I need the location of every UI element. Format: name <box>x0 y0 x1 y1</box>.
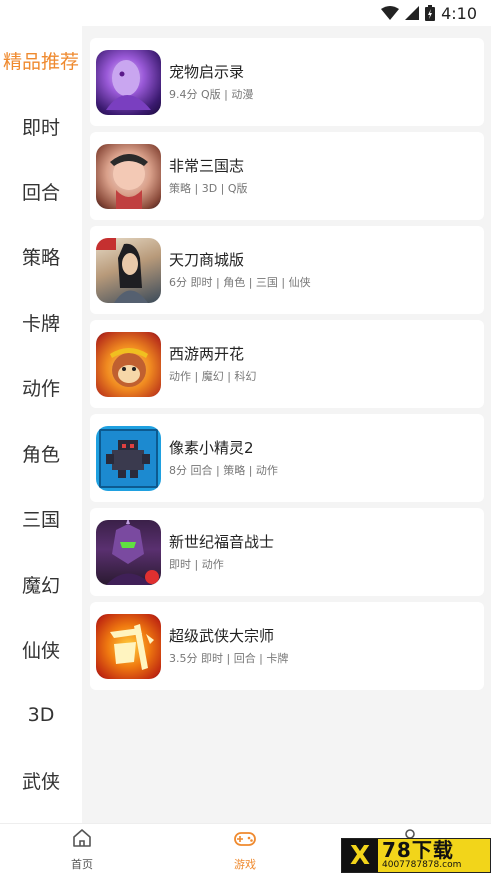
watermark-title: 78下载 <box>382 838 454 862</box>
signal-icon <box>405 6 420 20</box>
game-card[interactable]: 超级武侠大宗师 3.5分 即时 | 回合 | 卡牌 <box>90 602 484 690</box>
game-title: 西游两开花 <box>169 345 245 363</box>
three-kingdoms-icon <box>96 143 161 209</box>
pet-game-icon <box>96 49 161 115</box>
category-item-wuxia[interactable]: 武侠 <box>0 760 82 800</box>
home-icon <box>72 828 92 852</box>
status-bar: 4:10 <box>0 0 491 26</box>
category-item-featured[interactable]: 精品推荐 <box>0 40 82 80</box>
game-tags: 策略 | 3D | Q版 <box>169 182 248 195</box>
monkey-king-icon <box>96 331 161 397</box>
watermark-url: 4007787878.com <box>382 860 462 870</box>
game-card[interactable]: 新世纪福音战士 即时 | 动作 <box>90 508 484 596</box>
martial-arts-icon <box>96 613 161 679</box>
game-tags: 6分 即时 | 角色 | 三国 | 仙侠 <box>169 276 311 289</box>
game-card[interactable]: 天刀商城版 6分 即时 | 角色 | 三国 | 仙侠 <box>90 226 484 314</box>
game-card[interactable]: 宠物启示录 9.4分 Q版 | 动漫 <box>90 38 484 126</box>
category-item-strategy[interactable]: 策略 <box>0 236 82 276</box>
category-item-3d[interactable]: 3D <box>0 695 82 735</box>
category-item-card[interactable]: 卡牌 <box>0 302 82 342</box>
game-title: 像素小精灵2 <box>169 439 254 457</box>
site-watermark: X 78下载 4007787878.com <box>341 838 491 873</box>
pixel-dragon-icon <box>96 425 161 491</box>
category-item-turn-based[interactable]: 回合 <box>0 171 82 211</box>
category-item-action[interactable]: 动作 <box>0 367 82 407</box>
watermark-logo-icon: X <box>342 839 378 872</box>
battery-icon <box>425 5 436 21</box>
status-time: 4:10 <box>441 3 477 23</box>
game-title: 宠物启示录 <box>169 63 245 81</box>
game-title: 超级武侠大宗师 <box>169 627 275 645</box>
tab-home[interactable]: 首页 <box>52 828 112 872</box>
category-item-realtime[interactable]: 即时 <box>0 106 82 146</box>
game-tags: 8分 回合 | 策略 | 动作 <box>169 464 278 477</box>
category-item-three-kingdoms[interactable]: 三国 <box>0 498 82 538</box>
game-list: 宠物启示录 9.4分 Q版 | 动漫 非常三国志 策略 | 3D | Q版 天刀… <box>82 26 491 823</box>
wifi-icon <box>381 6 400 20</box>
game-title: 天刀商城版 <box>169 251 245 269</box>
gamepad-icon <box>233 828 257 852</box>
game-tags: 9.4分 Q版 | 动漫 <box>169 88 254 101</box>
game-title: 新世纪福音战士 <box>169 533 275 551</box>
game-card[interactable]: 像素小精灵2 8分 回合 | 策略 | 动作 <box>90 414 484 502</box>
game-tags: 3.5分 即时 | 回合 | 卡牌 <box>169 652 289 665</box>
category-sidebar: 精品推荐 即时 回合 策略 卡牌 动作 角色 三国 魔幻 仙侠 3D 武侠 <box>0 26 82 823</box>
game-card[interactable]: 非常三国志 策略 | 3D | Q版 <box>90 132 484 220</box>
category-item-rpg[interactable]: 角色 <box>0 433 82 473</box>
tab-games[interactable]: 游戏 <box>215 828 275 872</box>
game-tags: 即时 | 动作 <box>169 558 224 571</box>
swordsman-icon <box>96 237 161 303</box>
tab-games-label: 游戏 <box>234 858 256 871</box>
game-title: 非常三国志 <box>169 157 245 175</box>
tab-home-label: 首页 <box>71 858 93 871</box>
mecha-icon <box>96 519 161 585</box>
game-card[interactable]: 西游两开花 动作 | 魔幻 | 科幻 <box>90 320 484 408</box>
category-item-fantasy[interactable]: 魔幻 <box>0 564 82 604</box>
game-tags: 动作 | 魔幻 | 科幻 <box>169 370 257 383</box>
category-item-xianxia[interactable]: 仙侠 <box>0 629 82 669</box>
